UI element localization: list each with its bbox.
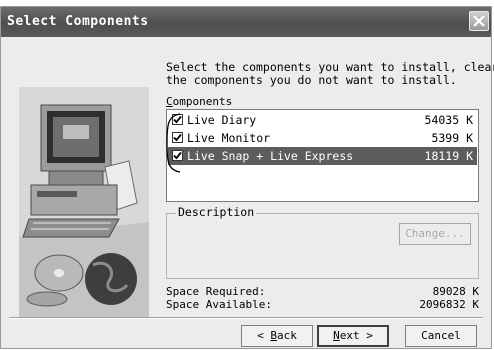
space-available-value: 2096832 K: [419, 298, 479, 311]
setup-dialog: Select Components Select the components …: [0, 6, 494, 350]
component-name: Live Snap + Live Express: [187, 149, 354, 163]
back-button[interactable]: < Back: [241, 325, 313, 347]
checkbox-bracket-annotation: [166, 113, 181, 173]
cancel-button[interactable]: Cancel: [405, 325, 477, 347]
instructions-text: Select the components you want to instal…: [166, 60, 494, 87]
component-size: 18119 K: [424, 149, 473, 163]
space-required-label: Space Required:: [166, 285, 266, 298]
component-size: 5399 K: [431, 131, 473, 145]
space-required-value: 89028 K: [432, 285, 479, 298]
dialog-content: Select the components you want to instal…: [1, 37, 494, 350]
close-icon: [473, 15, 485, 27]
next-button-accelerator: N: [333, 329, 340, 342]
next-button-rest: ext >: [339, 329, 373, 342]
change-button[interactable]: Change...: [399, 223, 471, 245]
button-divider: [9, 317, 483, 319]
list-item-live-monitor[interactable]: Live Monitor 5399 K: [168, 129, 477, 147]
list-item-live-snap-express[interactable]: Live Snap + Live Express 18119 K: [168, 147, 477, 165]
space-available-label: Space Available:: [166, 298, 272, 311]
components-list[interactable]: Live Diary 54035 K Live Monitor 5399 K L…: [166, 109, 479, 202]
list-item-live-diary[interactable]: Live Diary 54035 K: [168, 111, 477, 129]
components-label-rest: omponents: [172, 95, 233, 108]
computer-install-illustration: [19, 87, 149, 317]
component-name: Live Diary: [187, 113, 257, 127]
window-title: Select Components: [7, 14, 149, 29]
close-button[interactable]: [469, 11, 489, 31]
title-bar[interactable]: Select Components: [1, 7, 491, 37]
component-name: Live Monitor: [187, 131, 271, 145]
component-size: 54035 K: [424, 113, 473, 127]
back-button-prefix: <: [257, 329, 271, 342]
back-button-rest: ack: [277, 329, 297, 342]
space-available-row: Space Available: 2096832 K: [166, 298, 479, 311]
next-button[interactable]: Next >: [317, 325, 389, 347]
components-label: Components: [166, 95, 232, 108]
description-label: Description: [176, 205, 257, 219]
back-button-accelerator: B: [270, 329, 277, 342]
space-required-row: Space Required: 89028 K: [166, 285, 479, 298]
components-label-accelerator: C: [166, 95, 173, 108]
